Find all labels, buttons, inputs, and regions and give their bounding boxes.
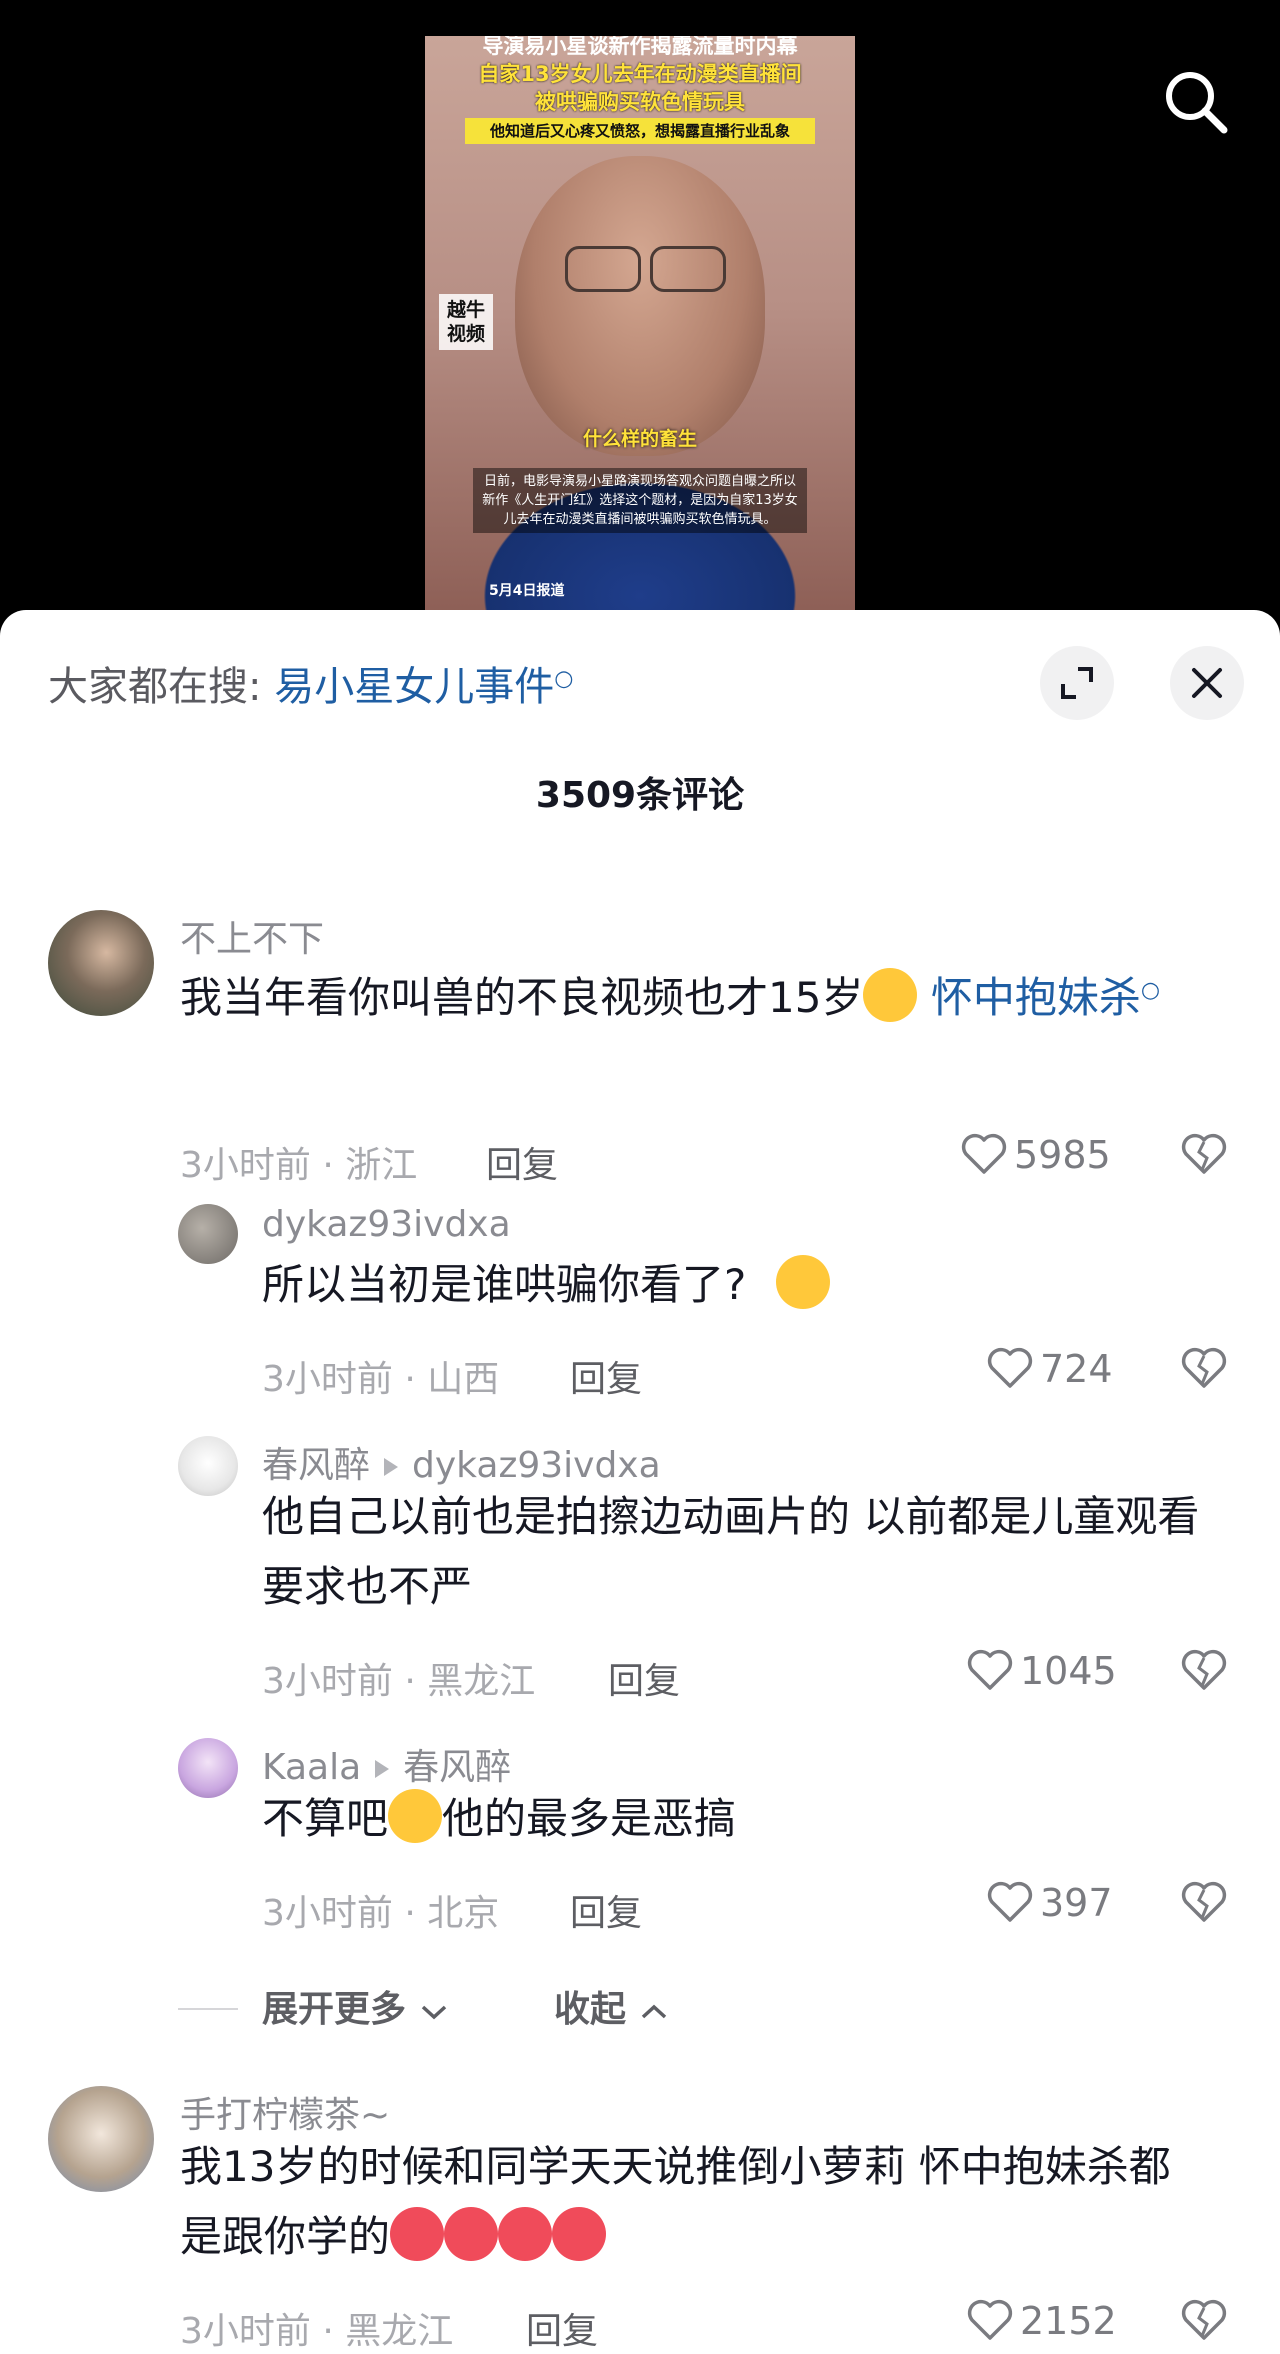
comment-body: 我当年看你叫兽的不良视频也才15岁 (180, 973, 864, 1022)
comment-body: 不算吧 (262, 1794, 389, 1843)
heart-icon (967, 2299, 1013, 2340)
comment-meta: 3小时前 · 浙江 (180, 1145, 418, 1186)
search-small-icon: ○ (1140, 978, 1161, 1003)
heart-icon (967, 1649, 1013, 1690)
hot-search-bar[interactable]: 大家都在搜: 易小星女儿事件○ (48, 654, 573, 712)
reply-button[interactable]: 回复 (570, 1350, 642, 1402)
like-count: 724 (1040, 1347, 1113, 1391)
video-overlay-strip: 他知道后又心疼又愤怒，想揭露直播行业乱象 (465, 118, 815, 144)
video-description: 日前，电影导演易小星路演现场答观众问题自曝之所以新作《人生开门红》选择这个题材，… (473, 468, 807, 533)
video-caption: 什么样的畜生 (582, 428, 697, 450)
video-person (515, 156, 765, 456)
broken-heart-icon[interactable] (1180, 1132, 1228, 1180)
like-count: 5985 (1014, 1133, 1111, 1177)
heart-icon (987, 1347, 1033, 1388)
like-button[interactable]: 724 (986, 1346, 1113, 1391)
comments-panel: 大家都在搜: 易小星女儿事件○ 3509条评论 不上不下 我当年看你叫兽的不良视… (0, 610, 1280, 2352)
like-count: 1045 (1020, 1649, 1117, 1693)
video-overlay-line3: 被哄骗购买软色情玩具 (535, 90, 745, 114)
chevron-down-icon (421, 2005, 446, 2020)
kissing-emoji-icon (775, 1255, 830, 1309)
comment-username[interactable]: Kaala 春风醉 (262, 1738, 511, 1790)
laughing-crying-emoji-icon (863, 968, 918, 1022)
thread-divider (178, 2008, 238, 2010)
comment-username[interactable]: dykaz93ivdxa (262, 1204, 511, 1245)
search-icon[interactable] (1160, 66, 1230, 136)
like-button[interactable]: 2152 (966, 2298, 1117, 2343)
comment-text: 我当年看你叫兽的不良视频也才15岁 怀中抱妹杀○ (180, 956, 1180, 1033)
collapse-label: 收起 (554, 1989, 627, 2030)
comment-count: 3509条评论 (535, 775, 745, 816)
close-icon[interactable] (1170, 646, 1244, 720)
reply-arrow-icon (384, 1458, 399, 1476)
search-small-icon: ○ (554, 666, 574, 692)
expand-more-label: 展开更多 (262, 1989, 407, 2030)
hot-search-link[interactable]: 易小星女儿事件 (274, 664, 554, 710)
like-button[interactable]: 5985 (960, 1132, 1111, 1177)
heart-icon (987, 1881, 1033, 1922)
laughing-crying-emoji-icon (388, 1789, 443, 1843)
comment-meta: 3小时前 · 北京 (262, 1893, 500, 1934)
comment-username[interactable]: 春风醉 dykaz93ivdxa (262, 1436, 661, 1488)
comment-meta: 3小时前 · 黑龙江 (262, 1661, 536, 1702)
video-player[interactable]: 导演易小星谈新作揭露流量时内幕 自家13岁女儿去年在动漫类直播间 被哄骗购买软色… (0, 0, 1280, 640)
video-overlay-line2: 自家13岁女儿去年在动漫类直播间 (478, 62, 802, 86)
broken-heart-icon[interactable] (1180, 1648, 1228, 1696)
comment-username[interactable]: 手打柠檬茶~ (180, 2086, 390, 2138)
broken-heart-icon[interactable] (1180, 1880, 1228, 1928)
angry-emoji-icon (444, 2207, 499, 2261)
comment-text: 不算吧 他的最多是恶搞 (262, 1784, 1212, 1854)
angry-emoji-icon (498, 2207, 553, 2261)
reply-button[interactable]: 回复 (526, 2302, 598, 2354)
broken-heart-icon[interactable] (1180, 1346, 1228, 1394)
comment-meta: 3小时前 · 山西 (262, 1359, 500, 1400)
comment-topic-link[interactable]: 怀中抱妹杀 (931, 973, 1141, 1022)
comment-body: 所以当初是谁哄骗你看了? (262, 1260, 747, 1309)
avatar[interactable] (178, 1738, 238, 1798)
avatar[interactable] (178, 1204, 238, 1264)
like-button[interactable]: 1045 (966, 1648, 1117, 1693)
reply-button[interactable]: 回复 (570, 1884, 642, 1936)
chevron-up-icon (641, 2004, 666, 2019)
heart-icon (961, 1133, 1007, 1174)
comment-meta: 3小时前 · 黑龙江 (180, 2311, 454, 2352)
video-date: 5月4日报道 (489, 583, 565, 599)
hot-search-prefix: 大家都在搜: (48, 664, 275, 710)
like-count: 397 (1040, 1881, 1113, 1925)
comment-body-continued: 他的最多是恶搞 (442, 1794, 737, 1843)
collapse-button[interactable]: 收起 (554, 1980, 669, 2032)
comment-author: 春风醉 (262, 1445, 371, 1486)
broken-heart-icon[interactable] (1180, 2298, 1228, 2346)
like-count: 2152 (1020, 2299, 1117, 2343)
comment-text: 他自己以前也是拍擦边动画片的 以前都是儿童观看 要求也不严 (262, 1492, 1200, 1611)
angry-emoji-icon (390, 2207, 445, 2261)
comment-author: Kaala (262, 1747, 362, 1788)
comment-text: 所以当初是谁哄骗你看了? (262, 1250, 1212, 1320)
reply-to-user[interactable]: 春风醉 (403, 1747, 511, 1788)
video-watermark: 越牛视频 (439, 294, 493, 350)
video-glasses-left (565, 246, 641, 292)
expand-more-button[interactable]: 展开更多 (262, 1980, 449, 2032)
video-frame[interactable]: 导演易小星谈新作揭露流量时内幕 自家13岁女儿去年在动漫类直播间 被哄骗购买软色… (425, 36, 855, 640)
avatar[interactable] (48, 910, 154, 1016)
video-overlay-title: 导演易小星谈新作揭露流量时内幕 (482, 36, 798, 58)
avatar[interactable] (178, 1436, 238, 1496)
reply-to-user[interactable]: dykaz93ivdxa (412, 1445, 661, 1486)
expand-icon[interactable] (1040, 646, 1114, 720)
comment-username[interactable]: 不上不下 (180, 910, 324, 962)
like-button[interactable]: 397 (986, 1880, 1113, 1925)
comment-text: 我13岁的时候和同学天天说推倒小萝莉 怀中抱妹杀都是跟你学的 (180, 2132, 1190, 2272)
reply-button[interactable]: 回复 (608, 1652, 680, 1704)
reply-button[interactable]: 回复 (486, 1136, 558, 1188)
video-glasses-right (650, 246, 726, 292)
avatar[interactable] (48, 2086, 154, 2192)
angry-emoji-icon (552, 2207, 607, 2261)
comment-body: 我13岁的时候和同学天天说推倒小萝莉 怀中抱妹杀都是跟你学的 (180, 2142, 1171, 2261)
reply-arrow-icon (375, 1760, 390, 1778)
